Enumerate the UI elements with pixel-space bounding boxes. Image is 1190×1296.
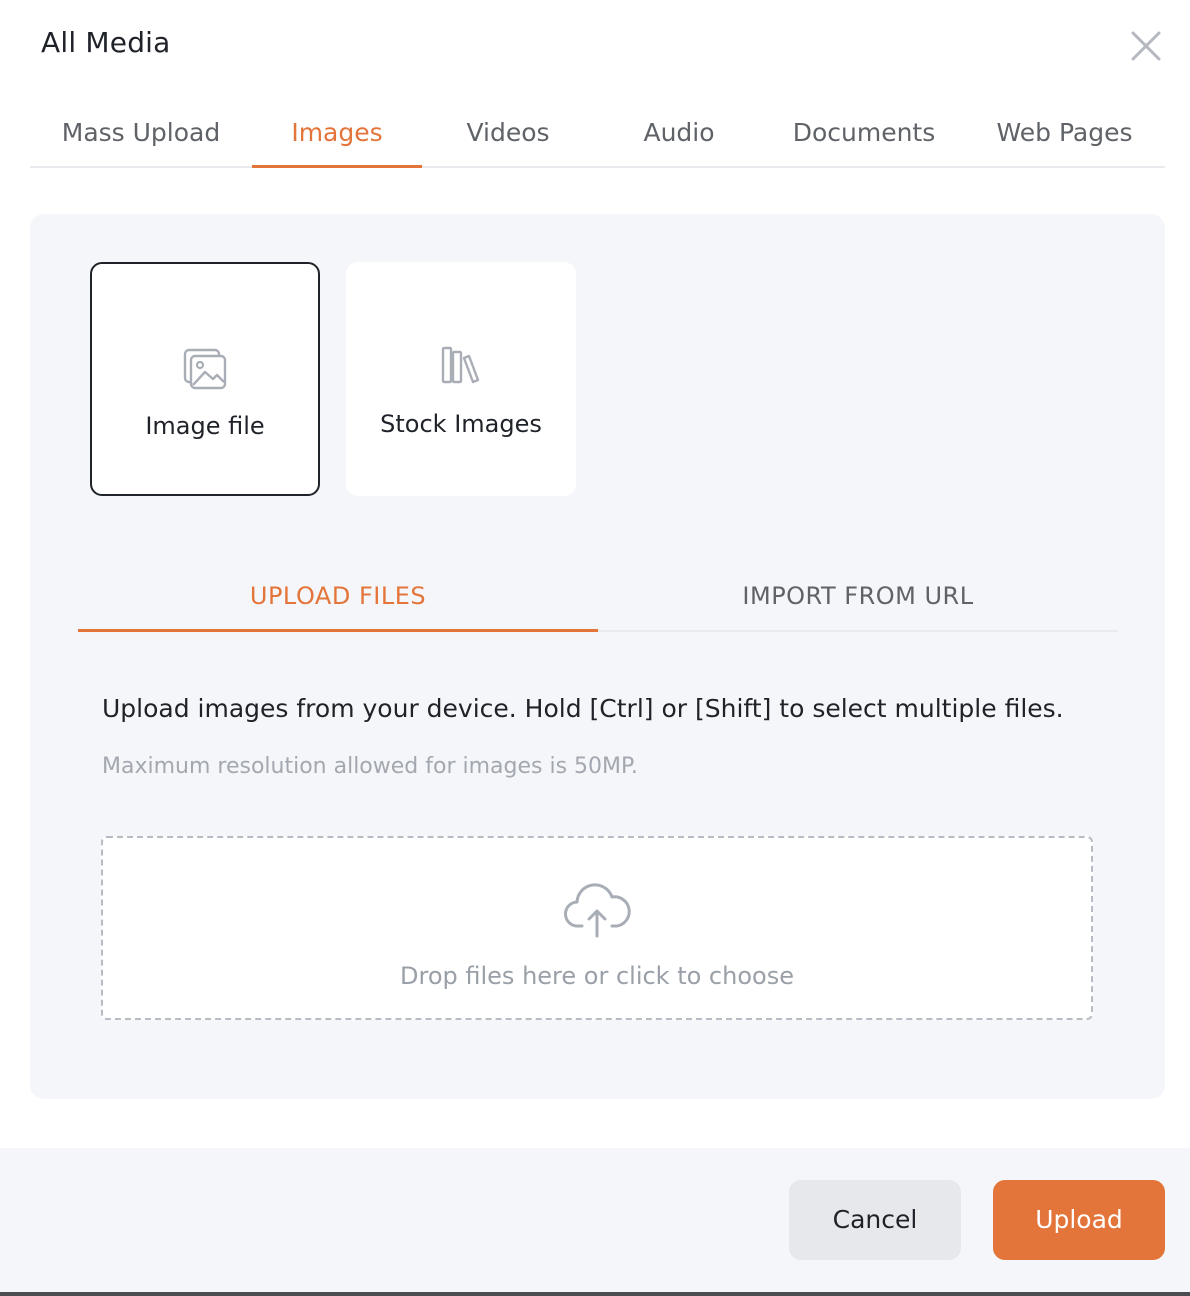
file-dropzone[interactable]: Drop files here or click to choose — [101, 836, 1093, 1020]
library-icon — [441, 346, 480, 384]
image-file-option[interactable]: Image file — [90, 262, 320, 496]
upload-method-tabs: UPLOAD FILES IMPORT FROM URL — [78, 564, 1118, 632]
tab-documents[interactable]: Documents — [764, 100, 964, 166]
cloud-upload-icon — [564, 883, 631, 938]
cancel-button[interactable]: Cancel — [789, 1180, 961, 1260]
resolution-note: Maximum resolution allowed for images is… — [102, 754, 638, 779]
all-media-modal: All Media Mass Upload Images Videos Audi… — [0, 0, 1190, 1296]
close-button[interactable] — [1126, 26, 1166, 66]
tab-mass-upload[interactable]: Mass Upload — [30, 100, 252, 166]
image-file-icon — [183, 348, 227, 390]
media-type-tabs: Mass Upload Images Videos Audio Document… — [30, 100, 1165, 168]
tab-videos[interactable]: Videos — [422, 100, 594, 166]
modal-title: All Media — [41, 26, 171, 59]
tab-import-from-url[interactable]: IMPORT FROM URL — [598, 564, 1118, 630]
tab-web-pages[interactable]: Web Pages — [964, 100, 1165, 166]
upload-button[interactable]: Upload — [993, 1180, 1165, 1260]
stock-images-option[interactable]: Stock Images — [346, 262, 576, 496]
upload-description: Upload images from your device. Hold [Ct… — [102, 694, 1064, 723]
stock-images-label: Stock Images — [380, 410, 542, 438]
tab-audio[interactable]: Audio — [594, 100, 764, 166]
tab-images[interactable]: Images — [252, 100, 422, 168]
dropzone-label: Drop files here or click to choose — [400, 962, 794, 990]
close-icon — [1131, 31, 1161, 61]
window-bottom-edge — [0, 1292, 1190, 1296]
images-panel: Image file Stock Images UPLOAD FILES IMP… — [30, 214, 1165, 1099]
image-file-label: Image file — [145, 412, 265, 440]
tab-upload-files[interactable]: UPLOAD FILES — [78, 564, 598, 632]
modal-footer: Cancel Upload — [0, 1148, 1190, 1296]
